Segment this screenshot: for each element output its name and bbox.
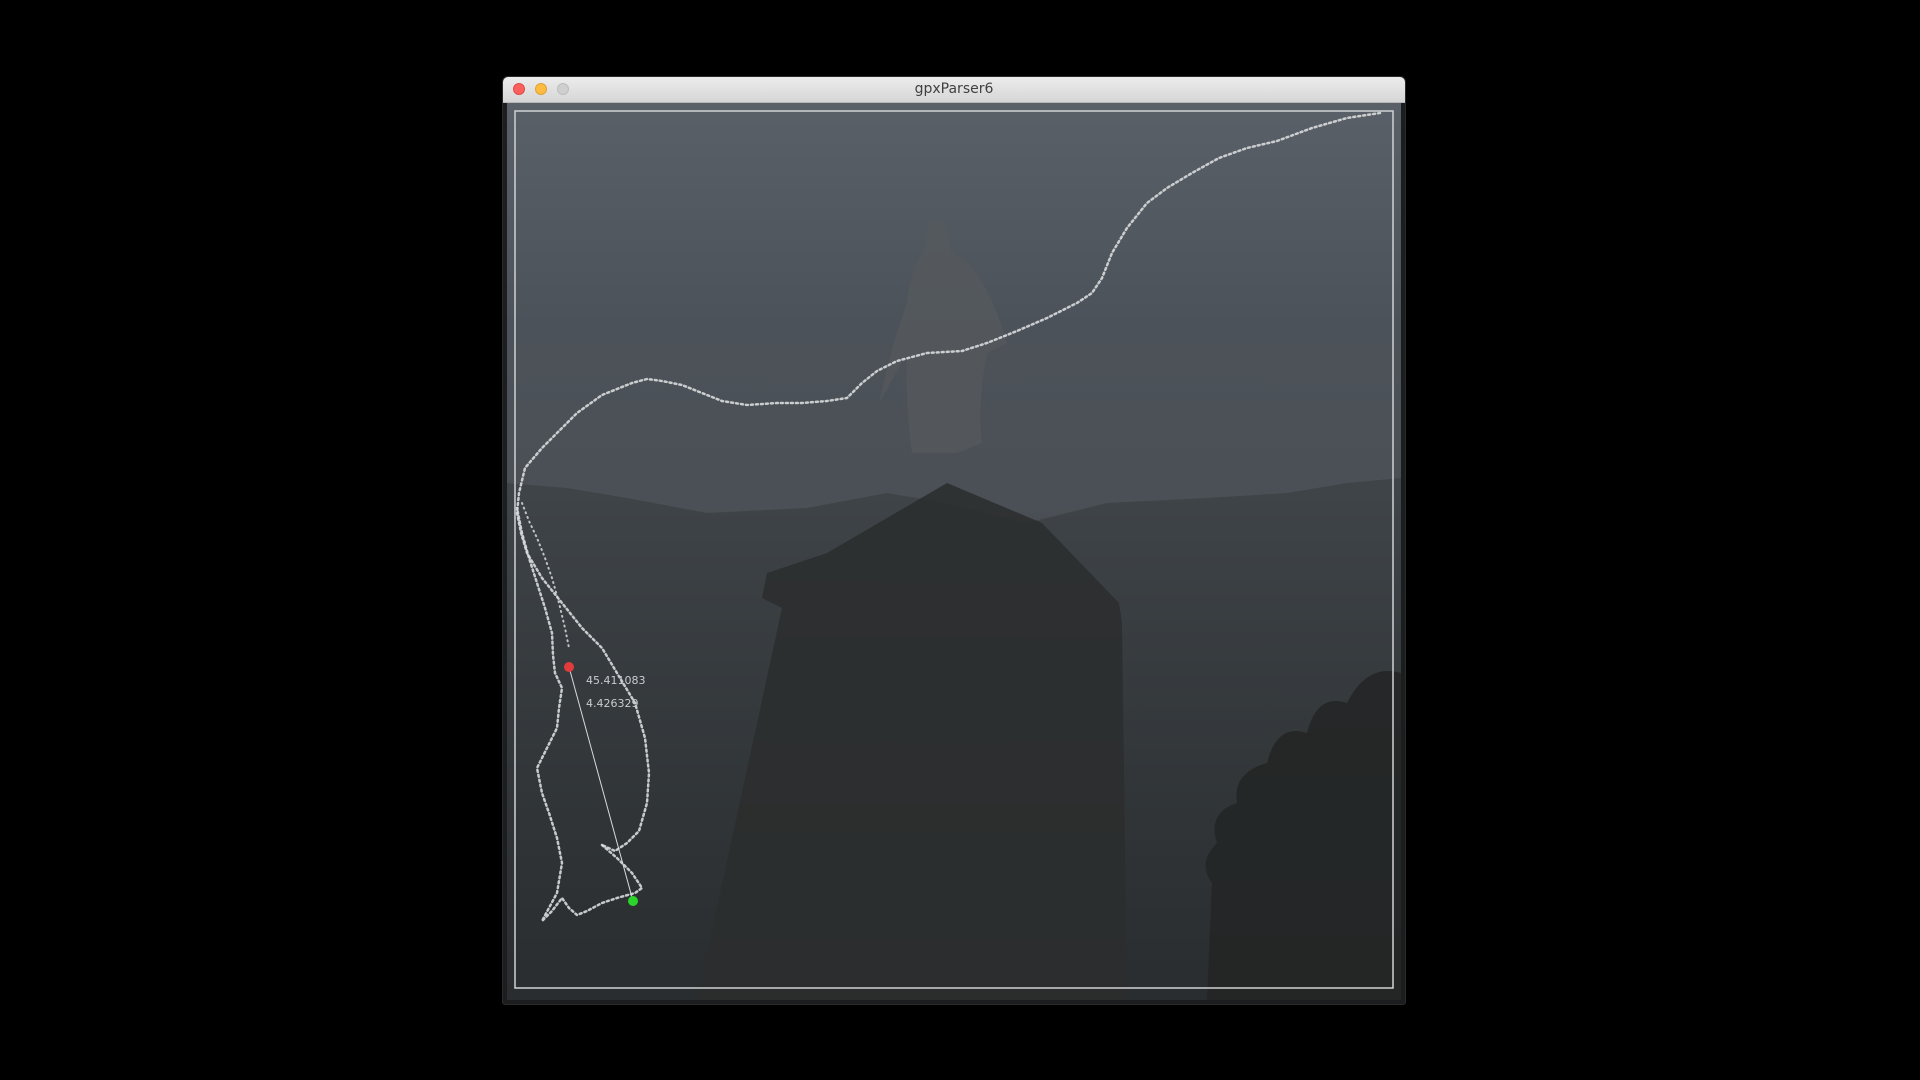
title-bar[interactable]: gpxParser6 (503, 77, 1405, 103)
map-canvas[interactable]: 45.411083 4.426329 (507, 103, 1401, 1000)
track-svg (507, 110, 1401, 1000)
statue-figure (879, 219, 1007, 453)
start-marker[interactable] (564, 662, 574, 672)
app-window: gpxParser6 45.411083 4.426329 (503, 77, 1405, 1004)
window-title: gpxParser6 (914, 81, 994, 97)
latitude-label: 45.411083 (586, 674, 646, 687)
longitude-label: 4.426329 (586, 697, 639, 710)
end-marker[interactable] (628, 896, 638, 906)
